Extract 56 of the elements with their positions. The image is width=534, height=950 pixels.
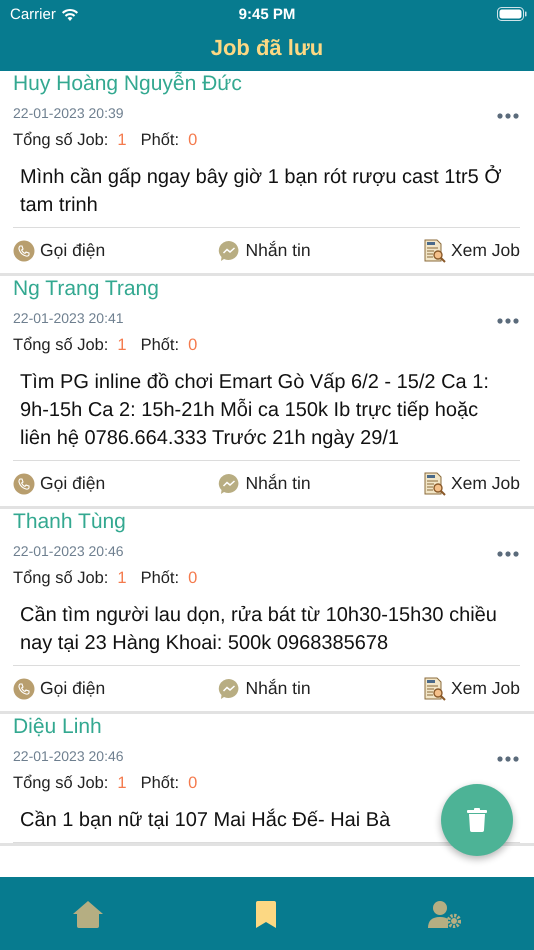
bookmark-icon: [256, 901, 276, 928]
saved-tab[interactable]: [256, 901, 276, 928]
total-jobs-label: Tổng số Job:: [13, 568, 108, 589]
call-button[interactable]: Gọi điện: [13, 678, 106, 700]
document-search-icon: [424, 238, 446, 262]
phone-icon: [13, 472, 35, 494]
user-settings-icon: [428, 901, 461, 928]
total-jobs-count: 1: [117, 773, 127, 794]
chat-bubble-icon: [218, 472, 240, 494]
scam-label: Phốt:: [140, 568, 180, 589]
delete-button[interactable]: [441, 784, 513, 856]
total-jobs-label: Tổng số Job:: [13, 130, 108, 151]
view-job-button[interactable]: Xem Job: [424, 472, 520, 496]
more-icon[interactable]: [497, 318, 519, 324]
document-search-icon: [424, 472, 446, 496]
more-icon[interactable]: [497, 756, 519, 762]
total-jobs-count: 1: [117, 568, 127, 589]
wifi-icon: [60, 8, 79, 20]
message-button[interactable]: Nhắn tin: [218, 240, 311, 262]
job-description: Cần tìm người lau dọn, rửa bát từ 10h30-15h30 chiều nay tại 23 Hàng Khoai: 500k 0968385678: [13, 601, 520, 666]
scam-label: Phốt:: [140, 130, 180, 151]
battery-icon: [497, 7, 527, 21]
screen-title: Job đã lưu: [210, 34, 324, 62]
more-icon[interactable]: [497, 113, 519, 119]
scam-label: Phốt:: [140, 773, 180, 794]
view-job-button[interactable]: Xem Job: [424, 676, 520, 700]
scam-count: 0: [188, 130, 198, 151]
chat-bubble-icon: [218, 240, 240, 262]
post-date: 22-01-2023 20:46: [13, 747, 124, 766]
total-jobs-label: Tổng số Job:: [13, 335, 108, 356]
post-date: 22-01-2023 20:39: [13, 104, 124, 123]
scam-count: 0: [188, 568, 198, 589]
phone-icon: [13, 240, 35, 262]
phone-icon: [13, 678, 35, 700]
post-date: 22-01-2023 20:41: [13, 309, 124, 328]
post-date: 22-01-2023 20:46: [13, 542, 124, 561]
total-jobs-count: 1: [117, 335, 127, 356]
clock-time: 9:45 PM: [238, 6, 296, 22]
job-description: Mình cần gấp ngay bây giờ 1 bạn rót rượu cast 1tr5 Ở tam trinh: [13, 163, 520, 228]
chat-bubble-icon: [218, 678, 240, 700]
more-icon[interactable]: [497, 551, 519, 557]
message-button[interactable]: Nhắn tin: [218, 678, 311, 700]
job-description: Tìm PG inline đồ chơi Emart Gò Vấp 6/2 - 15/2 Ca 1: 9h-15h Ca 2: 15h-21h Mỗi ca 150k Ib trực tiếp hoặc liên hệ 0786.664.333 Trước 21h ngày 29/1: [13, 368, 520, 461]
scam-count: 0: [188, 773, 198, 794]
home-icon: [73, 901, 103, 928]
trash-icon: [467, 808, 487, 832]
call-button[interactable]: Gọi điện: [13, 472, 106, 494]
scam-count: 0: [188, 335, 198, 356]
scam-label: Phốt:: [140, 335, 180, 356]
carrier-label: Carrier: [10, 6, 56, 22]
view-job-button[interactable]: Xem Job: [424, 238, 520, 262]
call-button[interactable]: Gọi điện: [13, 240, 106, 262]
total-jobs-count: 1: [117, 130, 127, 151]
document-search-icon: [424, 676, 446, 700]
message-button[interactable]: Nhắn tin: [218, 472, 311, 494]
total-jobs-label: Tổng số Job:: [13, 773, 108, 794]
